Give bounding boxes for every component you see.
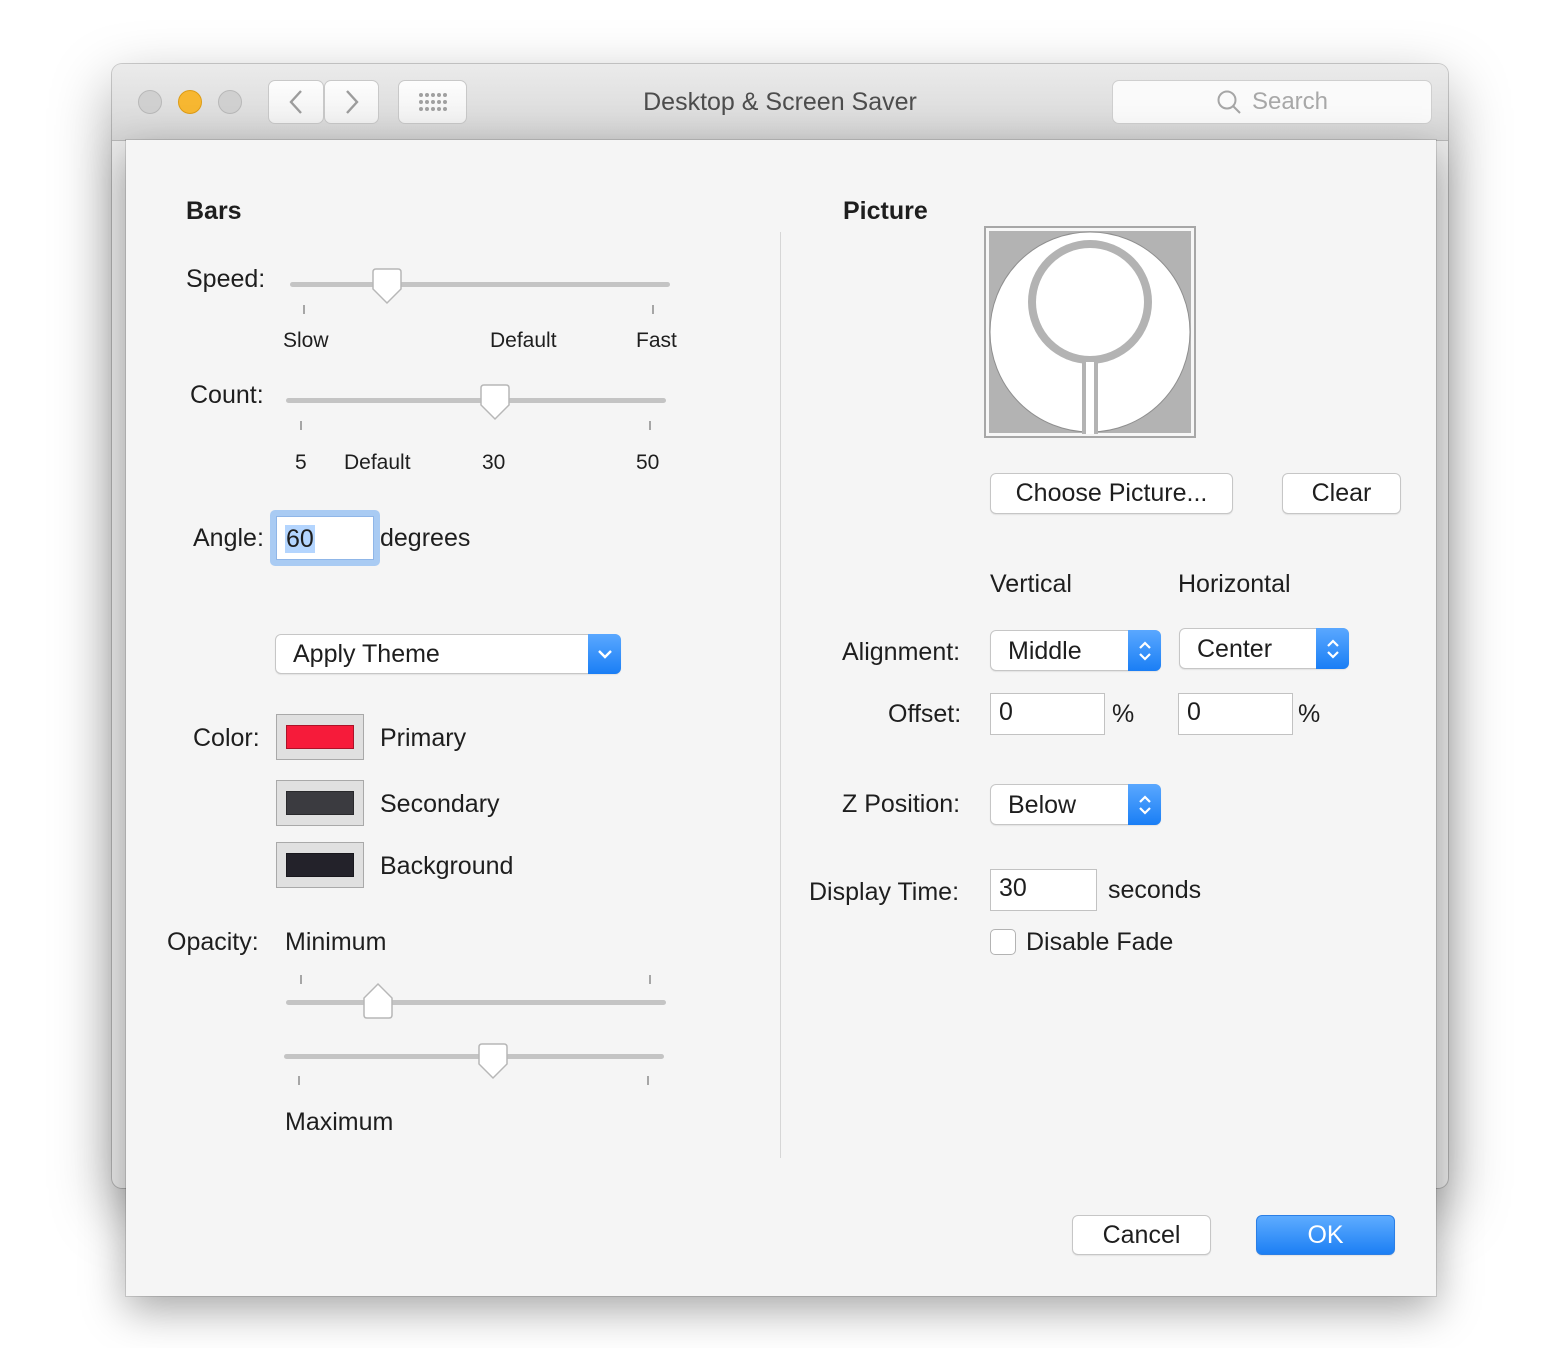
opacity-label: Opacity: [167,928,259,956]
popup-arrow [588,634,621,674]
popup-stepper [1316,628,1349,669]
angle-label: Angle: [193,524,264,552]
vertical-offset-unit: % [1112,700,1135,728]
search-field[interactable]: Search [1112,80,1432,124]
secondary-color-fill [286,791,354,815]
choose-picture-button[interactable]: Choose Picture... [990,473,1233,514]
display-time-unit: seconds [1108,876,1202,904]
background-color-fill [286,853,354,877]
apply-theme-value: Apply Theme [293,640,440,668]
speed-tick-label: Default [490,329,557,352]
chevron-down-icon [597,650,612,659]
opacity-min-tick [300,975,302,984]
search-placeholder: Search [1251,88,1329,115]
opacity-maximum-track [284,1054,664,1059]
count-tick-label: 5 [295,451,307,474]
opacity-min-tick [649,975,651,984]
vertical-alignment-popup[interactable]: Middle [990,630,1161,671]
angle-value: 60 [285,525,315,553]
vertical-alignment-value: Middle [1008,637,1082,665]
speed-tick-label: Slow [283,329,329,352]
opacity-minimum-label: Minimum [285,928,387,956]
count-tick-label: 50 [636,451,660,474]
opacity-minimum-track [286,1000,666,1005]
chevron-up-down-icon [1138,640,1151,661]
vertical-header: Vertical [990,570,1072,598]
offset-label: Offset: [888,700,962,728]
speed-tick [652,305,654,314]
count-slider-track [286,398,666,403]
opacity-maximum-slider[interactable] [282,1042,666,1090]
options-sheet: Bars Speed: Slow Default Fast Count: 5 D… [126,140,1436,1296]
chevron-up-down-icon [1138,794,1151,815]
horizontal-offset-value: 0 [1187,698,1201,726]
vertical-offset-input[interactable]: 0 [990,693,1105,735]
horizontal-offset-input[interactable]: 0 [1178,693,1293,735]
cancel-button[interactable]: Cancel [1072,1215,1211,1255]
count-tick-label: Default [344,451,411,474]
bars-heading: Bars [186,197,242,225]
angle-unit-label: degrees [380,524,471,552]
speed-slider-track [290,282,670,287]
opacity-max-tick [647,1076,649,1085]
primary-color-fill [286,725,354,749]
secondary-color-label: Secondary [380,790,500,818]
opacity-minimum-knob[interactable] [361,982,395,1020]
secondary-color-well[interactable] [276,780,364,826]
count-tick-label: 30 [482,451,506,474]
opacity-max-tick [298,1076,300,1085]
apply-theme-popup[interactable]: Apply Theme [275,634,621,674]
count-label: Count: [190,381,264,409]
count-tick [649,421,651,430]
speed-slider[interactable] [288,267,672,314]
display-time-value: 30 [999,874,1027,902]
popup-stepper [1128,630,1161,671]
background-color-well[interactable] [276,842,364,888]
picture-heading: Picture [843,197,928,225]
display-time-input[interactable]: 30 [990,869,1097,911]
picture-preview-image [989,231,1191,434]
clear-picture-button[interactable]: Clear [1282,473,1401,514]
opacity-maximum-label: Maximum [285,1108,394,1136]
popup-stepper [1128,784,1161,825]
primary-color-well[interactable] [276,714,364,760]
title-bar: Desktop & Screen Saver Search [112,64,1448,141]
count-slider-knob[interactable] [478,383,512,421]
primary-color-label: Primary [380,724,467,752]
search-icon [1217,90,1241,114]
alignment-label: Alignment: [842,638,961,666]
speed-label: Speed: [186,265,266,293]
horizontal-header: Horizontal [1178,570,1291,598]
opacity-minimum-slider[interactable] [284,972,668,1020]
display-time-label: Display Time: [809,878,960,906]
opacity-maximum-knob[interactable] [476,1042,510,1080]
picture-well[interactable] [984,226,1196,438]
column-divider [780,232,781,1158]
speed-tick [303,305,305,314]
speed-slider-knob[interactable] [370,267,404,305]
ok-button[interactable]: OK [1256,1215,1395,1255]
angle-input[interactable]: 60 [276,516,374,560]
disable-fade-label: Disable Fade [1026,928,1174,956]
horizontal-alignment-value: Center [1197,635,1273,663]
speed-tick-label: Fast [636,329,677,352]
vertical-offset-value: 0 [999,698,1013,726]
z-position-popup[interactable]: Below [990,784,1161,825]
count-slider[interactable] [284,383,668,430]
color-label: Color: [193,724,260,752]
disable-fade-checkbox[interactable] [990,929,1016,955]
horizontal-offset-unit: % [1298,700,1321,728]
z-position-value: Below [1008,791,1077,819]
horizontal-alignment-popup[interactable]: Center [1179,628,1349,669]
count-tick [300,421,302,430]
background-color-label: Background [380,852,514,880]
chevron-up-down-icon [1326,638,1339,659]
z-position-label: Z Position: [842,790,961,818]
